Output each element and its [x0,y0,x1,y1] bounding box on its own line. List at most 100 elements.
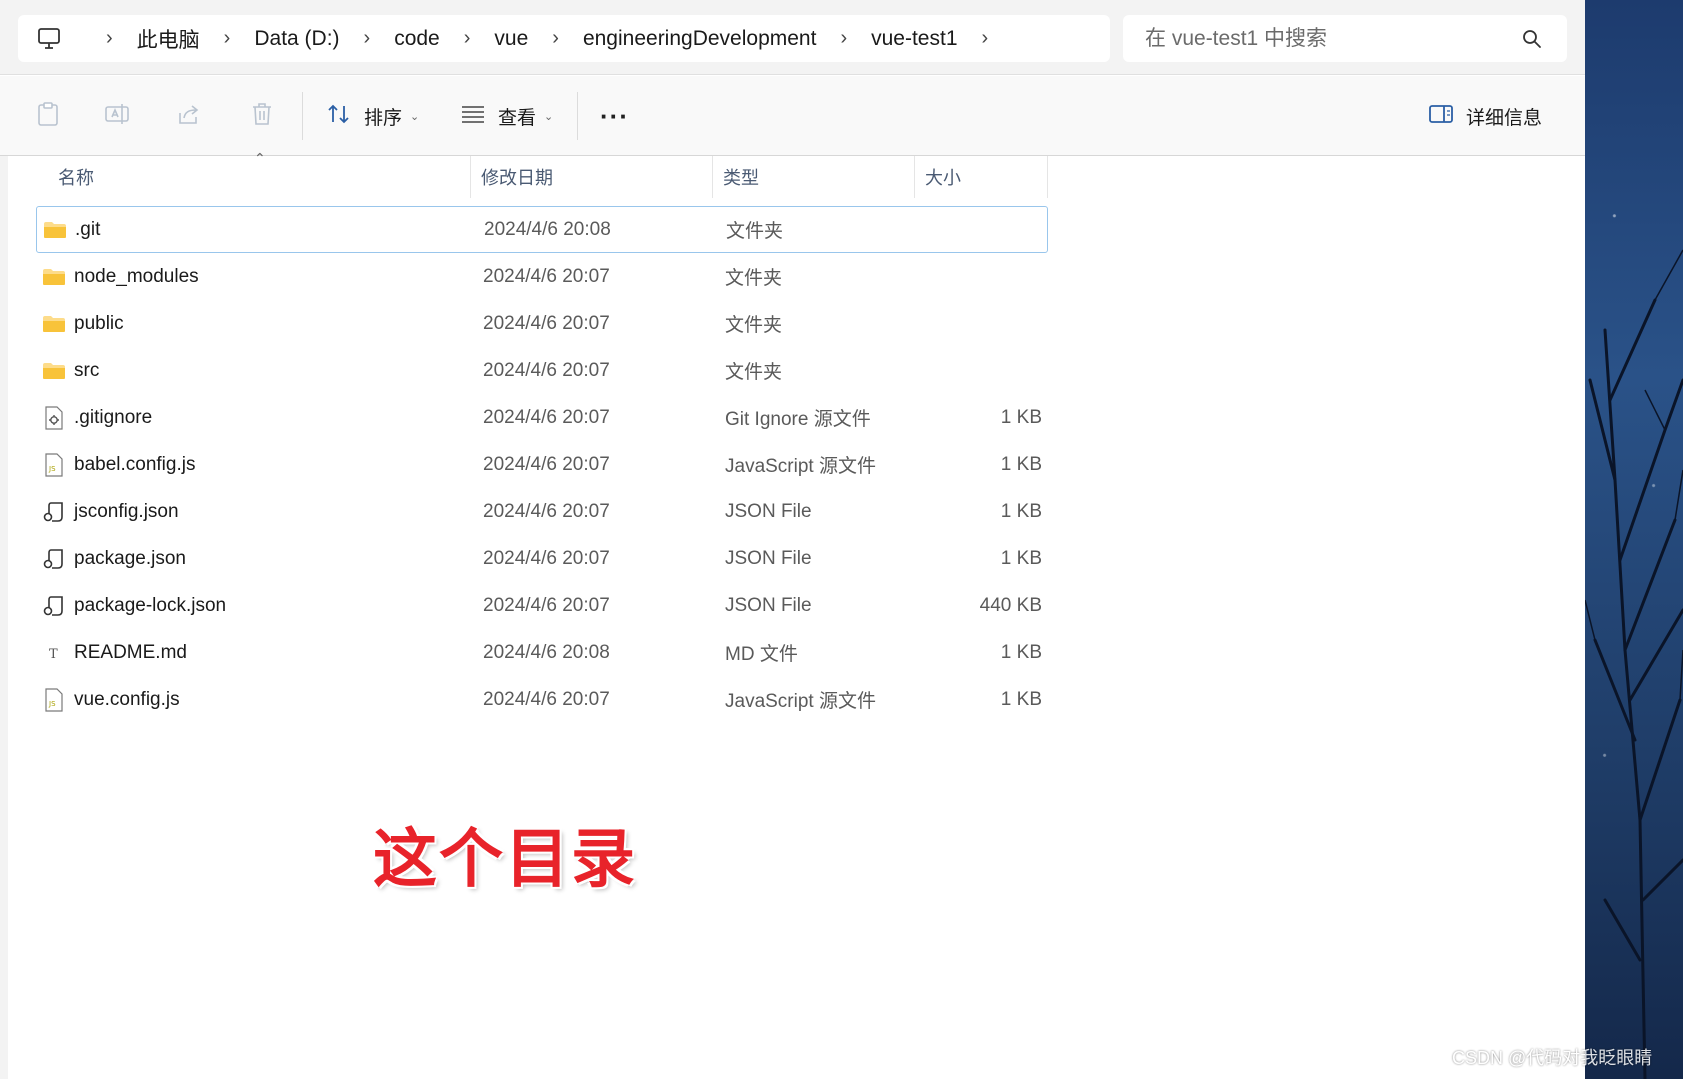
file-date: 2024/4/6 20:08 [483,641,610,663]
chevron-right-icon[interactable]: › [552,27,559,50]
file-row[interactable]: node_modules 2024/4/6 20:07 文件夹 [36,253,1048,300]
file-date: 2024/4/6 20:07 [483,688,610,710]
chevron-right-icon[interactable]: › [840,27,847,50]
folder-icon [43,218,67,242]
file-row[interactable]: public 2024/4/6 20:07 文件夹 [36,300,1048,347]
file-row[interactable]: T README.md 2024/4/6 20:08 MD 文件 1 KB [36,629,1048,676]
column-header-name[interactable]: 名称 [48,156,471,198]
delete-button[interactable] [250,96,274,136]
breadcrumb-drive-d[interactable]: Data (D:) [254,27,339,51]
json-file-icon [42,547,66,571]
more-options-button[interactable]: ··· [600,96,629,136]
file-size: 440 KB [979,594,1042,616]
file-type: MD 文件 [725,644,798,665]
file-row[interactable]: JS babel.config.js 2024/4/6 20:07 JavaScr… [36,441,1048,488]
share-button[interactable] [176,96,202,136]
details-pane-button[interactable]: 详细信息 [1428,96,1542,136]
file-row[interactable]: .git 2024/4/6 20:08 文件夹 [36,206,1048,253]
file-name: .gitignore [74,406,153,428]
chevron-right-icon[interactable]: › [464,27,471,50]
file-size: 1 KB [1000,406,1042,428]
chevron-right-icon[interactable]: › [224,27,231,50]
breadcrumb-vue[interactable]: vue [494,27,528,51]
search-box[interactable] [1123,15,1567,62]
file-row[interactable]: JS vue.config.js 2024/4/6 20:07 JavaScrip… [36,676,1048,723]
breadcrumb-this-pc[interactable]: 此电脑 [137,24,200,54]
settings-file-icon [42,405,66,430]
file-type: Git Ignore 源文件 [725,409,871,430]
view-button[interactable]: 查看 ⌄ [460,96,553,136]
share-icon [176,101,202,132]
address-bar[interactable]: › 此电脑 › Data (D:) › code › vue › enginee… [18,15,1110,62]
js-file-icon: JS [42,687,66,712]
this-pc-icon[interactable] [36,26,62,52]
file-type: JSON File [725,547,812,569]
column-header-name-label: 名称 [58,168,94,188]
paste-icon [36,101,60,132]
file-name: babel.config.js [74,453,196,475]
desktop-wallpaper [1585,0,1683,1079]
file-list: .git 2024/4/6 20:08 文件夹 node_modules 202… [36,206,1048,723]
file-row[interactable]: .gitignore 2024/4/6 20:07 Git Ignore 源文件… [36,394,1048,441]
sort-label: 排序 [364,107,403,129]
file-type: JavaScript 源文件 [725,691,876,712]
toolbar-divider [577,92,578,140]
json-file-icon [42,594,66,618]
file-name: public [74,312,124,334]
details-label: 详细信息 [1466,107,1543,129]
file-type: JSON File [725,500,812,522]
view-label: 查看 [498,107,537,129]
column-header-type-label: 类型 [723,168,759,188]
file-name: vue.config.js [74,688,180,710]
file-date: 2024/4/6 20:08 [484,218,611,240]
column-header-size-label: 大小 [925,168,961,188]
paste-button[interactable] [36,96,60,136]
search-input[interactable] [1145,26,1515,51]
file-row[interactable]: package-lock.json 2024/4/6 20:07 JSON Fi… [36,582,1048,629]
breadcrumb-engineering-development[interactable]: engineeringDevelopment [583,27,817,51]
svg-text:T: T [49,647,58,662]
chevron-right-icon[interactable]: › [106,27,113,50]
sort-button[interactable]: 排序 ⌄ [326,96,419,136]
file-row[interactable]: jsconfig.json 2024/4/6 20:07 JSON File 1… [36,488,1048,535]
file-type: 文件夹 [725,315,783,336]
file-type: JSON File [725,594,812,616]
rename-icon [104,101,132,132]
folder-icon [42,312,66,336]
folder-icon [42,359,66,383]
file-date: 2024/4/6 20:07 [483,312,610,334]
file-date: 2024/4/6 20:07 [483,547,610,569]
text-file-icon: T [42,641,66,665]
trash-icon [250,101,274,132]
file-size: 1 KB [1000,641,1042,663]
file-date: 2024/4/6 20:07 [483,265,610,287]
file-name: .git [75,218,101,240]
navigation-pane-edge [0,156,8,1079]
watermark: CSDN @代码对我眨眼睛 [1452,1048,1653,1068]
view-list-icon [460,103,486,130]
file-name: package-lock.json [74,594,227,616]
rename-button[interactable] [104,96,132,136]
column-header-type[interactable]: 类型 [713,156,915,198]
file-row[interactable]: src 2024/4/6 20:07 文件夹 [36,347,1048,394]
toolbar-divider [302,92,303,140]
column-header-size[interactable]: 大小 [915,156,1048,198]
file-row[interactable]: package.json 2024/4/6 20:07 JSON File 1 … [36,535,1048,582]
json-file-icon [42,500,66,524]
file-name: jsconfig.json [74,500,179,522]
breadcrumb-vue-test1[interactable]: vue-test1 [871,27,957,51]
breadcrumb-code[interactable]: code [394,27,440,51]
file-name: node_modules [74,265,199,287]
file-name: README.md [74,641,187,663]
file-name: src [74,359,100,381]
chevron-right-icon[interactable]: › [364,27,371,50]
svg-text:JS: JS [48,700,56,708]
file-size: 1 KB [1000,453,1042,475]
file-type: 文件夹 [726,221,784,242]
search-icon[interactable] [1521,28,1543,50]
column-header-date[interactable]: 修改日期 [471,156,713,198]
command-bar: 排序 ⌄ 查看 ⌄ ··· 详细信息 [0,76,1585,156]
js-file-icon: JS [42,452,66,477]
annotation-label: 这个目录 [373,823,637,897]
chevron-right-icon[interactable]: › [982,27,989,50]
